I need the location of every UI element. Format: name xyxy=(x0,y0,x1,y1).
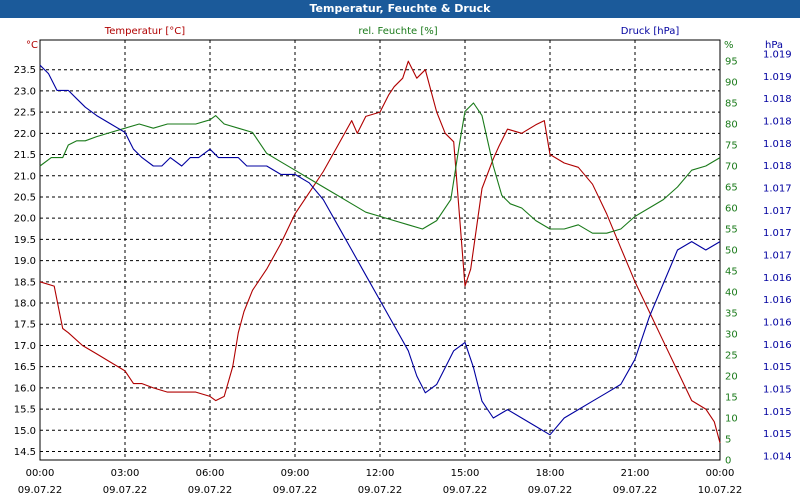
temperature-tick-label: 21.0 xyxy=(14,171,36,182)
x-tick-date: 09.07.22 xyxy=(528,485,573,496)
x-tick-time: 18:00 xyxy=(536,468,565,479)
temperature-tick-label: 20.0 xyxy=(14,214,36,225)
x-tick-time: 00:00 xyxy=(706,468,735,479)
x-tick-time: 21:00 xyxy=(621,468,650,479)
temperature-tick-label: 22.5 xyxy=(14,108,36,119)
x-tick-date: 09.07.22 xyxy=(188,485,233,496)
pressure-tick-label: 1.017 xyxy=(763,251,792,262)
x-tick-date: 09.07.22 xyxy=(18,485,63,496)
pressure-tick-label: 1.016 xyxy=(763,273,792,284)
temperature-tick-label: 18.0 xyxy=(14,299,36,310)
pressure-axis-label: Druck [hPa] xyxy=(621,26,680,37)
chart-title: Temperatur, Feuchte & Druck xyxy=(0,0,800,18)
pressure-tick-label: 1.015 xyxy=(763,385,792,396)
x-tick-date: 09.07.22 xyxy=(358,485,403,496)
humidity-tick-label: 80 xyxy=(725,120,738,131)
pressure-tick-label: 1.018 xyxy=(763,94,792,105)
pressure-tick-label: 1.015 xyxy=(763,362,792,373)
temperature-tick-label: 15.0 xyxy=(14,426,36,437)
temperature-tick-label: 14.5 xyxy=(14,447,36,458)
humidity-tick-label: 30 xyxy=(725,330,738,341)
x-tick-time: 06:00 xyxy=(196,468,225,479)
temperature-tick-label: 17.5 xyxy=(14,320,36,331)
pressure-tick-label: 1.018 xyxy=(763,139,792,150)
temperature-tick-label: 22.0 xyxy=(14,129,36,140)
x-tick-date: 09.07.22 xyxy=(273,485,318,496)
temperature-tick-label: 18.5 xyxy=(14,277,36,288)
humidity-tick-label: 10 xyxy=(725,414,738,425)
x-tick-time: 15:00 xyxy=(451,468,480,479)
x-tick-time: 00:00 xyxy=(26,468,55,479)
temperature-tick-label: 23.0 xyxy=(14,86,36,97)
humidity-tick-label: 85 xyxy=(725,99,738,110)
x-tick-date: 10.07.22 xyxy=(698,485,743,496)
pressure-tick-label: 1.016 xyxy=(763,318,792,329)
humidity-tick-label: 40 xyxy=(725,288,738,299)
pressure-tick-label: 1.014 xyxy=(763,452,792,463)
humidity-unit: % xyxy=(724,40,734,51)
humidity-tick-label: 0 xyxy=(725,456,731,467)
humidity-tick-label: 50 xyxy=(725,246,738,257)
x-tick-date: 09.07.22 xyxy=(443,485,488,496)
humidity-axis-label: rel. Feuchte [%] xyxy=(358,26,437,37)
humidity-tick-label: 25 xyxy=(725,351,738,362)
tick-labels: 00:00 09.07.22 03:00 09.07.22 06:00 09.07.22 0… xyxy=(14,50,792,497)
temperature-tick-label: 19.5 xyxy=(14,235,36,246)
pressure-tick-label: 1.015 xyxy=(763,429,792,440)
humidity-tick-label: 55 xyxy=(725,225,738,236)
temperature-tick-label: 20.5 xyxy=(14,192,36,203)
temperature-tick-label: 17.0 xyxy=(14,341,36,352)
pressure-tick-label: 1.016 xyxy=(763,340,792,351)
humidity-tick-label: 20 xyxy=(725,372,738,383)
pressure-tick-label: 1.017 xyxy=(763,184,792,195)
temperature-unit: °C xyxy=(26,40,38,51)
humidity-tick-label: 75 xyxy=(725,141,738,152)
pressure-tick-label: 1.019 xyxy=(763,72,792,83)
grid xyxy=(40,40,720,460)
humidity-tick-label: 95 xyxy=(725,57,738,68)
pressure-tick-label: 1.017 xyxy=(763,228,792,239)
temperature-tick-label: 15.5 xyxy=(14,405,36,416)
x-tick-date: 09.07.22 xyxy=(103,485,148,496)
pressure-tick-label: 1.017 xyxy=(763,206,792,217)
pressure-tick-label: 1.018 xyxy=(763,161,792,172)
humidity-tick-label: 45 xyxy=(725,267,738,278)
pressure-tick-label: 1.018 xyxy=(763,117,792,128)
temperature-tick-label: 16.5 xyxy=(14,362,36,373)
humidity-tick-label: 65 xyxy=(725,183,738,194)
temperature-tick-label: 16.0 xyxy=(14,383,36,394)
pressure-tick-label: 1.019 xyxy=(763,50,792,61)
temperature-tick-label: 19.0 xyxy=(14,256,36,267)
humidity-tick-label: 70 xyxy=(725,162,738,173)
temperature-axis-label: Temperatur [°C] xyxy=(104,26,185,37)
x-tick-date: 09.07.22 xyxy=(613,485,658,496)
pressure-tick-label: 1.016 xyxy=(763,295,792,306)
pressure-unit: hPa xyxy=(765,40,783,51)
humidity-tick-label: 15 xyxy=(725,393,738,404)
humidity-tick-label: 35 xyxy=(725,309,738,320)
pressure-tick-label: 1.015 xyxy=(763,407,792,418)
humidity-tick-label: 60 xyxy=(725,204,738,215)
temperature-tick-label: 21.5 xyxy=(14,150,36,161)
x-tick-time: 03:00 xyxy=(111,468,140,479)
humidity-tick-label: 5 xyxy=(725,435,731,446)
humidity-tick-label: 90 xyxy=(725,78,738,89)
weather-line-chart: 00:00 09.07.22 03:00 09.07.22 06:00 09.07.22 0… xyxy=(14,26,792,497)
x-tick-time: 12:00 xyxy=(366,468,395,479)
temperature-tick-label: 23.5 xyxy=(14,65,36,76)
x-tick-time: 09:00 xyxy=(281,468,310,479)
